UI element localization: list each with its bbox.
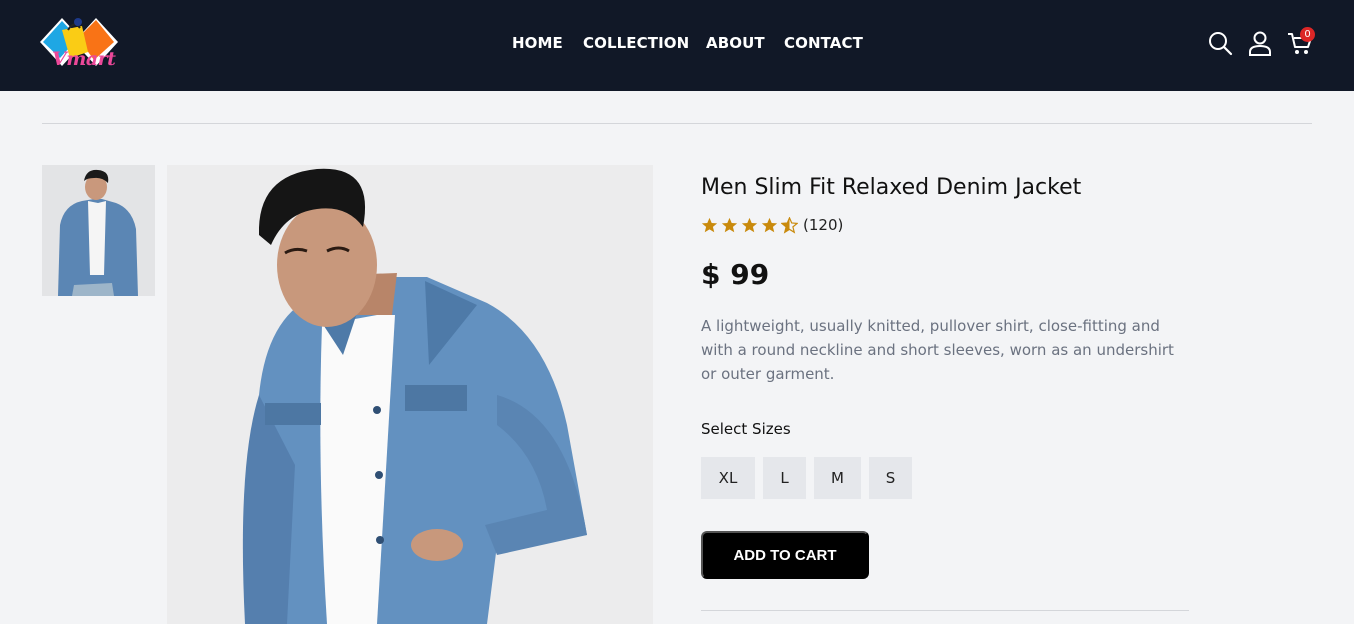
star-half-icon (781, 216, 798, 234)
nav-collection[interactable]: COLLECTION (583, 34, 689, 52)
nav-contact[interactable]: CONTACT (784, 34, 863, 52)
product-title: Men Slim Fit Relaxed Denim Jacket (701, 175, 1082, 200)
size-option-s[interactable]: S (869, 457, 912, 499)
add-to-cart-button[interactable]: ADD TO CART (701, 531, 869, 579)
user-icon (1249, 31, 1271, 56)
nav-about[interactable]: ABOUT (706, 34, 765, 52)
product-main-image (167, 165, 653, 624)
product-thumbnail-image (42, 165, 155, 296)
star-filled-icon (701, 217, 718, 232)
size-option-l[interactable]: L (763, 457, 806, 499)
logo-text: Vmart (52, 48, 116, 70)
denim-jacket-photo (167, 165, 653, 624)
site-header: Vmart HOME COLLECTION ABOUT CONTACT 0 (0, 0, 1354, 91)
search-button[interactable] (1207, 30, 1233, 56)
nav-home[interactable]: HOME (512, 34, 563, 52)
search-icon (1209, 32, 1233, 56)
star-filled-icon (721, 217, 738, 232)
account-button[interactable] (1247, 30, 1273, 56)
star-filled-icon (761, 217, 778, 232)
vmart-logo[interactable]: Vmart (38, 12, 120, 74)
product-description: A lightweight, usually knitted, pullover… (701, 317, 1174, 383)
cart-count-badge: 0 (1300, 27, 1315, 42)
section-divider (701, 610, 1189, 611)
breadcrumb-divider (42, 123, 1312, 124)
product-thumbnail[interactable] (42, 165, 155, 296)
star-filled-icon (741, 217, 758, 232)
size-option-xl[interactable]: XL (701, 457, 755, 499)
size-option-m[interactable]: M (814, 457, 861, 499)
rating-count: (120) (803, 216, 844, 234)
sizes-label: Select Sizes (701, 420, 791, 438)
product-rating: (120) (701, 215, 843, 235)
product-price: $ 99 (701, 258, 770, 291)
